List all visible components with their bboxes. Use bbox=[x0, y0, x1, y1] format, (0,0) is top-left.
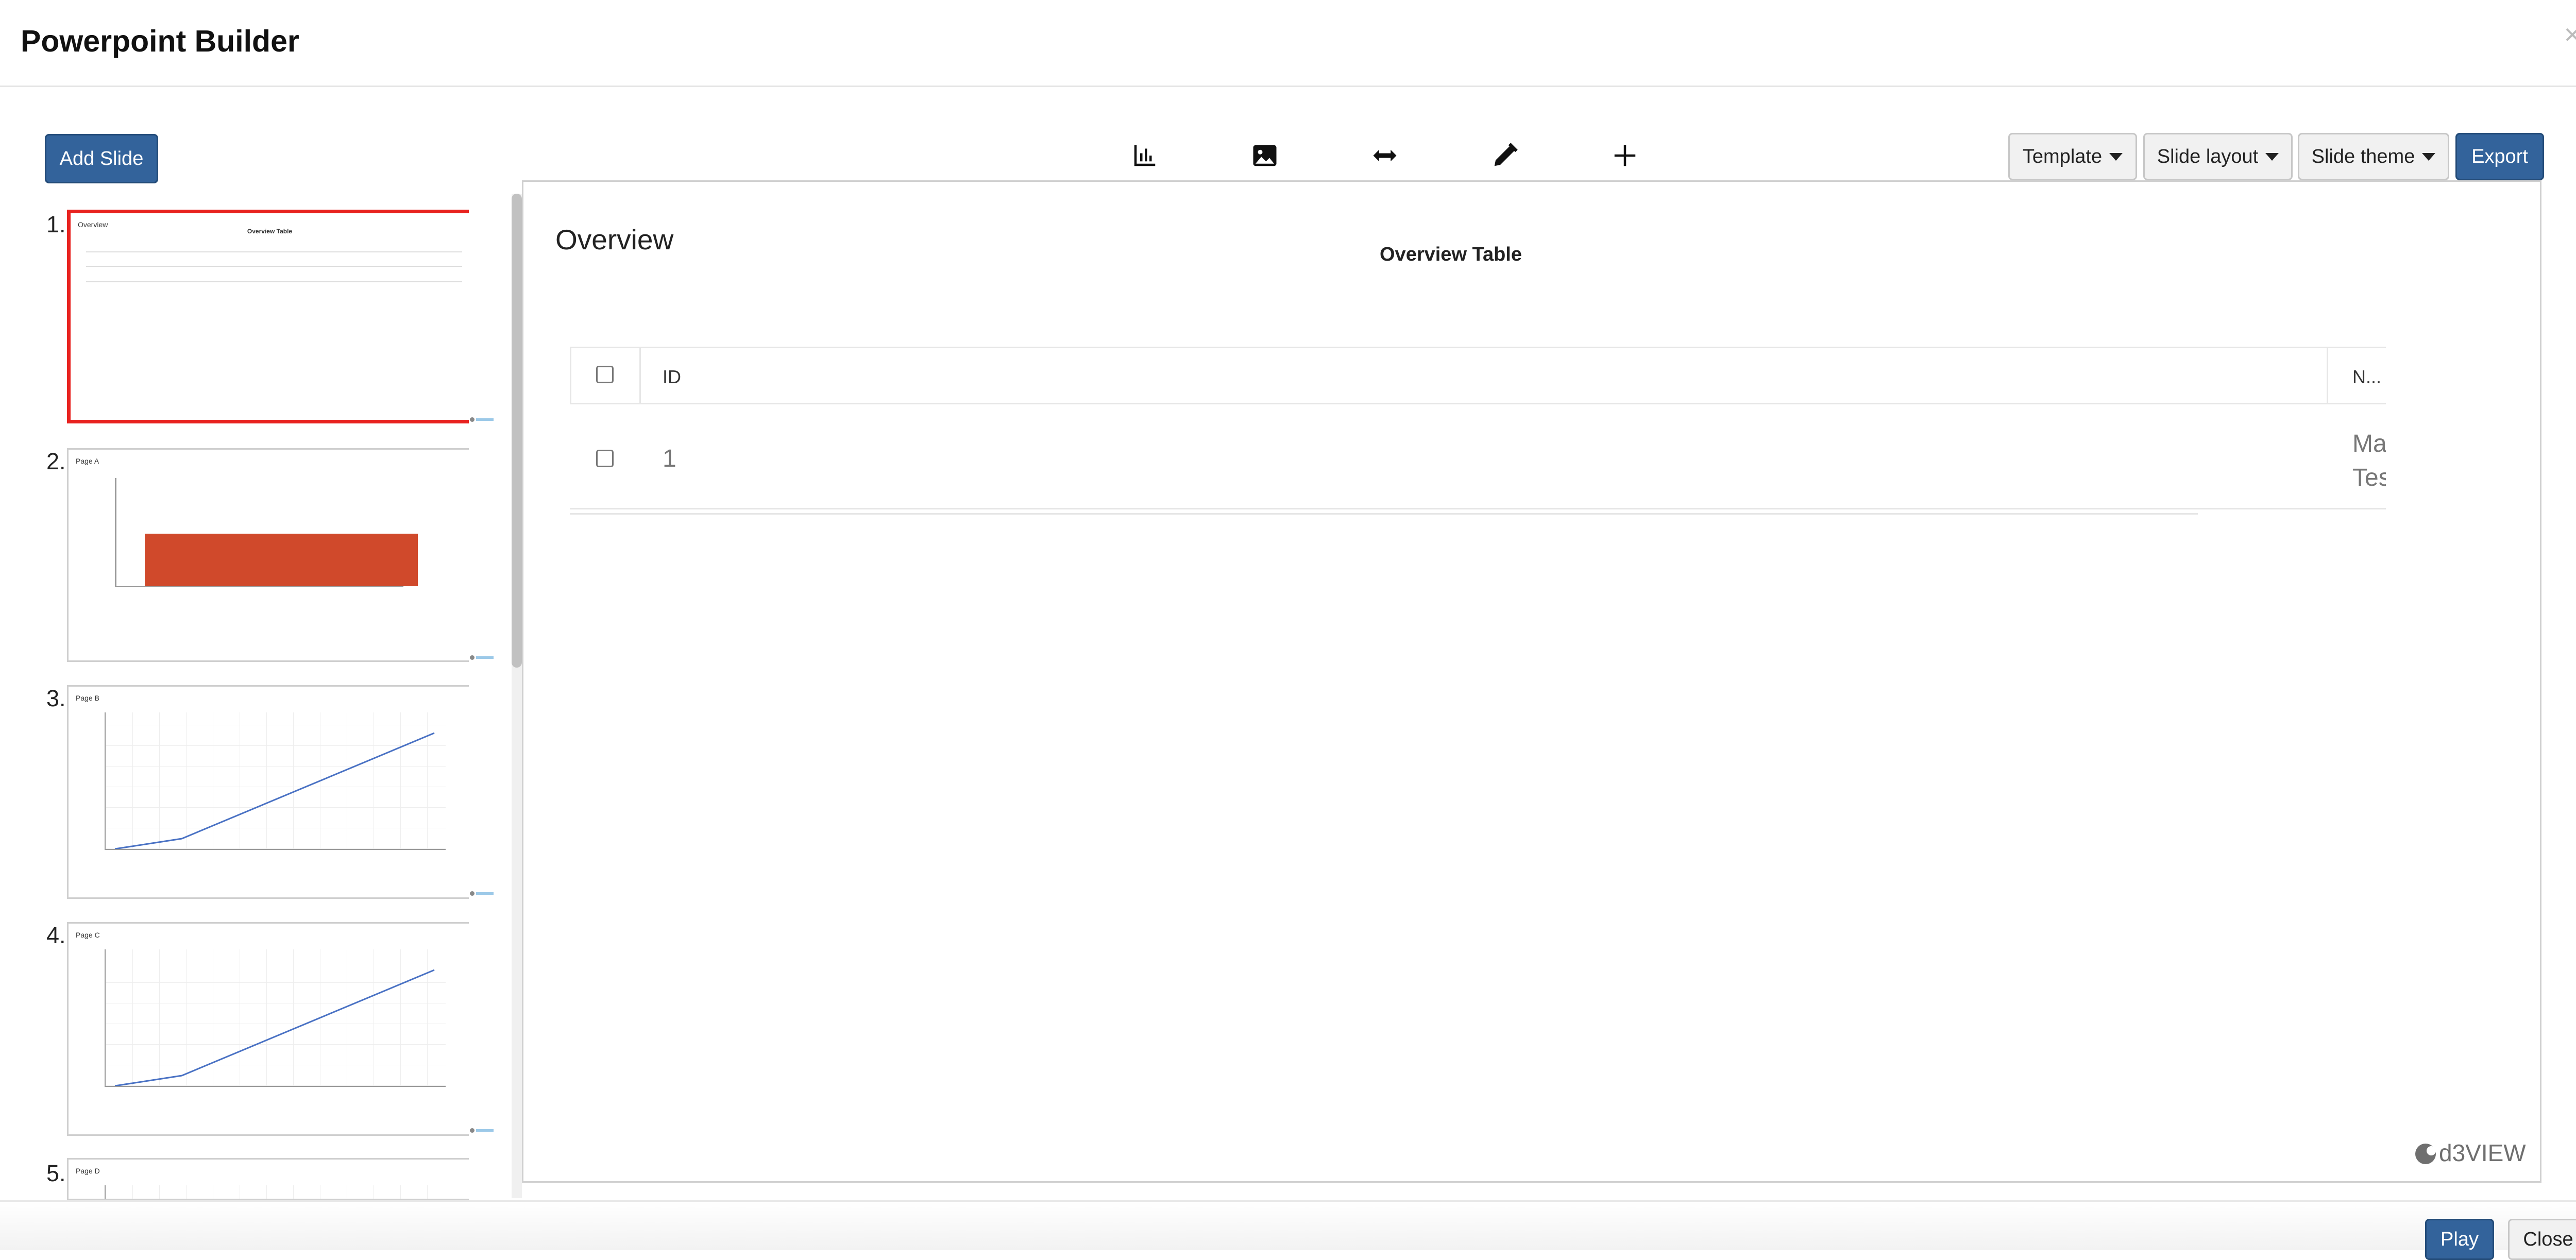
image-icon[interactable] bbox=[1244, 135, 1285, 176]
slide-thumbnail-1[interactable]: Overview Overview Table bbox=[67, 210, 469, 423]
slide-canvas[interactable]: Overview Overview Table ID N... 1 Ma Tes… bbox=[522, 180, 2541, 1183]
thumb-title: Page A bbox=[76, 457, 99, 465]
arrows-horizontal-icon[interactable] bbox=[1364, 135, 1405, 176]
slide-thumbnail-2[interactable]: Page A bbox=[67, 448, 469, 662]
pencil-icon[interactable] bbox=[1484, 135, 1526, 176]
add-slide-label: Add Slide bbox=[59, 147, 144, 169]
thumb-title: Page D bbox=[76, 1167, 100, 1175]
thumb-number: 4. bbox=[46, 922, 66, 948]
slide-thumbnail-3[interactable]: Page B bbox=[67, 685, 469, 899]
slide-table-title: Overview Table bbox=[1380, 244, 1522, 265]
play-button[interactable]: Play bbox=[2425, 1219, 2494, 1260]
slide-theme-label: Slide theme bbox=[2311, 145, 2415, 167]
column-header-id[interactable]: ID bbox=[663, 366, 681, 388]
d3view-logo: d3VIEW bbox=[2414, 1137, 2528, 1168]
thumb-logo bbox=[470, 1127, 496, 1133]
close-icon[interactable]: × bbox=[2560, 20, 2576, 49]
row-divider bbox=[570, 508, 2386, 509]
modal-footer bbox=[0, 1200, 2576, 1250]
play-label: Play bbox=[2441, 1228, 2479, 1250]
slide-thumbnail-5[interactable]: Page D bbox=[67, 1158, 469, 1200]
logo-text: d3VIEW bbox=[2439, 1139, 2526, 1166]
thumb-heading: Overview Table bbox=[247, 228, 293, 235]
close-button[interactable]: Close bbox=[2508, 1219, 2576, 1260]
thumb-title: Page B bbox=[76, 694, 99, 702]
plus-icon[interactable] bbox=[1604, 135, 1646, 176]
close-label: Close bbox=[2523, 1228, 2573, 1250]
table-cell-name-line: Tes bbox=[2352, 464, 2386, 491]
slide-layout-dropdown[interactable]: Slide layout bbox=[2143, 133, 2293, 180]
thumb-number: 5. bbox=[46, 1160, 66, 1186]
thumb-logo bbox=[470, 654, 496, 660]
thumb-logo bbox=[470, 890, 496, 896]
add-slide-button[interactable]: Add Slide bbox=[45, 134, 158, 183]
thumb-number: 1. bbox=[46, 211, 66, 237]
table-cell-name-line: Ma bbox=[2352, 430, 2386, 457]
thumb-logo bbox=[470, 416, 496, 422]
slide-theme-dropdown[interactable]: Slide theme bbox=[2298, 133, 2449, 180]
caret-down-icon bbox=[2422, 152, 2436, 161]
row-divider bbox=[570, 513, 2198, 515]
thumbnail-scrollbar-thumb[interactable] bbox=[512, 194, 522, 668]
select-all-checkbox[interactable] bbox=[596, 366, 614, 383]
row-checkbox[interactable] bbox=[596, 450, 614, 467]
modal-title: Powerpoint Builder bbox=[21, 24, 299, 58]
column-header-name[interactable]: N... bbox=[2352, 366, 2381, 388]
table-header-row bbox=[570, 347, 2386, 404]
caret-down-icon bbox=[2265, 152, 2279, 161]
bar-chart-icon[interactable] bbox=[1124, 135, 1165, 176]
caret-down-icon bbox=[2109, 152, 2123, 161]
template-dropdown[interactable]: Template bbox=[2008, 133, 2137, 180]
table-cell-id: 1 bbox=[663, 445, 676, 472]
overview-table: ID N... 1 Ma Tes bbox=[570, 347, 2386, 517]
export-button[interactable]: Export bbox=[2455, 133, 2544, 180]
slide-layout-label: Slide layout bbox=[2157, 145, 2259, 167]
header-divider bbox=[0, 86, 2576, 87]
export-label: Export bbox=[2471, 145, 2528, 167]
slide-thumbnail-4[interactable]: Page C bbox=[67, 922, 469, 1136]
template-label: Template bbox=[2022, 145, 2103, 167]
thumb-title: Page C bbox=[76, 931, 100, 939]
thumb-number: 2. bbox=[46, 448, 66, 474]
thumb-number: 3. bbox=[46, 685, 66, 711]
table-cell-name: Ma Tes bbox=[2352, 427, 2386, 495]
